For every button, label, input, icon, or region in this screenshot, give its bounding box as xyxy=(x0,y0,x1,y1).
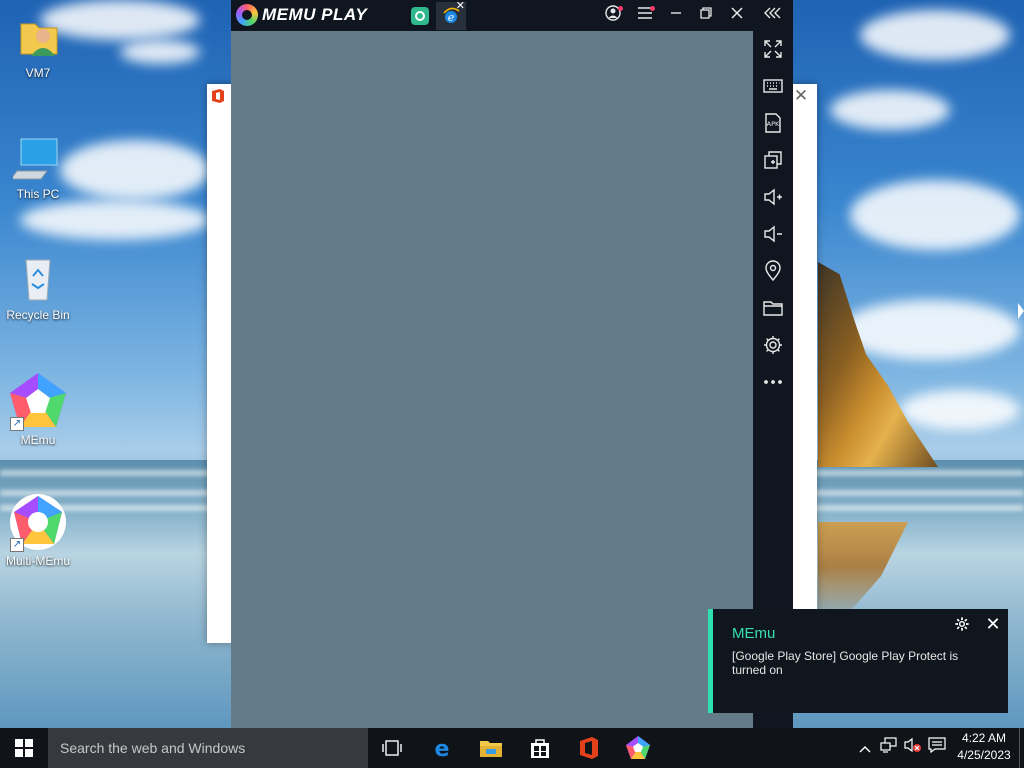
multi-window-icon xyxy=(764,151,782,169)
network-tray[interactable] xyxy=(879,728,899,768)
desktop-icon-vm7[interactable]: VM7 xyxy=(0,12,76,80)
taskbar-file-explorer[interactable] xyxy=(476,733,506,763)
memu-taskbar-icon xyxy=(626,736,650,759)
windows-logo-icon xyxy=(15,739,33,757)
taskbar-memu[interactable] xyxy=(623,733,653,763)
tab-internet-explorer[interactable]: e ✕ xyxy=(436,0,466,30)
svg-text:APK: APK xyxy=(767,120,780,128)
volume-muted-icon xyxy=(904,737,921,753)
file-explorer-icon xyxy=(480,741,502,757)
close-icon xyxy=(731,7,743,19)
network-icon xyxy=(880,737,897,753)
volume-down-button[interactable] xyxy=(761,222,785,246)
user-folder-icon xyxy=(13,12,63,62)
action-center[interactable] xyxy=(927,728,947,768)
toast-app-name: MEmu xyxy=(732,625,776,642)
taskbar-office[interactable] xyxy=(574,733,604,763)
multi-memu-icon: ↗ xyxy=(8,492,68,552)
clock-time: 4:22 AM xyxy=(961,731,1007,745)
taskbar-clock[interactable]: 4:22 AM 4/25/2023 xyxy=(950,730,1018,764)
account-button[interactable] xyxy=(600,4,626,28)
show-desktop-button[interactable] xyxy=(1019,728,1024,768)
app-tab-icon xyxy=(411,7,429,25)
collapse-icon xyxy=(764,7,781,19)
recycle-bin-icon xyxy=(13,254,63,304)
memu-logo-icon xyxy=(236,4,258,26)
volume-up-button[interactable] xyxy=(761,185,785,209)
more-icon xyxy=(764,380,782,384)
shortcut-arrow-icon: ↗ xyxy=(10,538,24,552)
store-icon xyxy=(531,739,549,758)
computer-icon xyxy=(10,133,63,183)
minimize-icon xyxy=(671,12,681,14)
multi-window-button[interactable] xyxy=(761,148,785,172)
taskbar-edge[interactable]: e xyxy=(427,733,457,763)
desktop-icon-multi-memu[interactable]: ↗ Multi-MEmu xyxy=(0,492,76,568)
mouse-cursor xyxy=(1018,303,1024,319)
fullscreen-button[interactable] xyxy=(761,37,785,61)
apk-icon: APK xyxy=(765,113,781,133)
settings-button[interactable] xyxy=(761,333,785,357)
taskbar-store[interactable] xyxy=(525,733,555,763)
memu-titlebar[interactable]: MEMU PLAY e ✕ xyxy=(231,0,793,31)
memu-logo: MEMU PLAY xyxy=(236,4,367,26)
keyboard-button[interactable] xyxy=(761,74,785,98)
desktop-icon-recycle-bin[interactable]: Recycle Bin xyxy=(0,254,76,322)
tab-app[interactable] xyxy=(405,2,435,30)
restore-icon xyxy=(700,7,712,19)
menu-button[interactable] xyxy=(632,4,658,28)
toast-message: [Google Play Store] Google Play Protect … xyxy=(732,649,959,677)
folder-icon xyxy=(763,301,783,316)
clock-date: 4/25/2023 xyxy=(957,748,1011,762)
start-button[interactable] xyxy=(0,728,48,768)
volume-down-icon xyxy=(764,225,782,243)
restore-button[interactable] xyxy=(693,4,719,28)
desktop-icon-label: VM7 xyxy=(25,66,51,80)
more-button[interactable] xyxy=(761,370,785,394)
location-button[interactable] xyxy=(761,259,785,283)
notification-toast[interactable]: MEmu [Google Play Store] Google Play Pro… xyxy=(708,609,1008,713)
taskbar: Search the web and Windows e 4:22 AM 4/2… xyxy=(0,728,1024,768)
emulator-screen[interactable] xyxy=(231,31,753,728)
fullscreen-icon xyxy=(764,40,782,58)
office-icon xyxy=(580,737,598,759)
location-icon xyxy=(765,260,781,282)
toast-accent xyxy=(708,609,713,713)
edge-icon: e xyxy=(435,737,450,760)
memu-brand: MEMU PLAY xyxy=(262,5,368,24)
office-logo-icon xyxy=(211,88,225,104)
task-view-button[interactable] xyxy=(377,733,407,763)
desktop-icon-memu[interactable]: ↗ MEmu xyxy=(0,371,76,447)
task-view-icon xyxy=(382,740,402,756)
close-button[interactable] xyxy=(724,4,750,28)
toast-settings-icon[interactable] xyxy=(953,616,971,634)
tab-close-icon[interactable]: ✕ xyxy=(456,0,465,12)
volume-tray[interactable] xyxy=(903,728,923,768)
desktop-icon-label: This PC xyxy=(16,187,60,201)
svg-text:e: e xyxy=(448,11,455,24)
chevron-up-icon xyxy=(859,746,871,753)
desktop-icon-label: MEmu xyxy=(20,433,56,447)
settings-icon xyxy=(764,336,782,354)
toast-close-icon[interactable]: ✕ xyxy=(984,615,1002,633)
close-icon[interactable]: ✕ xyxy=(791,86,811,106)
desktop-icon-label: Recycle Bin xyxy=(6,308,70,322)
keyboard-icon xyxy=(763,79,783,93)
notification-icon xyxy=(928,737,946,754)
folder-button[interactable] xyxy=(761,296,785,320)
apk-button[interactable]: APK xyxy=(761,111,785,135)
taskbar-search-box[interactable]: Search the web and Windows xyxy=(48,728,368,768)
shortcut-arrow-icon: ↗ xyxy=(10,417,24,431)
memu-icon: ↗ xyxy=(8,371,68,431)
collapse-sidebar-button[interactable] xyxy=(760,4,786,28)
minimize-button[interactable] xyxy=(663,4,689,28)
desktop-icon-this-pc[interactable]: This PC xyxy=(0,133,76,201)
desktop-icon-label: Multi-MEmu xyxy=(5,554,70,568)
volume-up-icon xyxy=(764,188,782,206)
show-hidden-icons[interactable] xyxy=(857,728,873,768)
svg-text:e: e xyxy=(435,737,450,760)
